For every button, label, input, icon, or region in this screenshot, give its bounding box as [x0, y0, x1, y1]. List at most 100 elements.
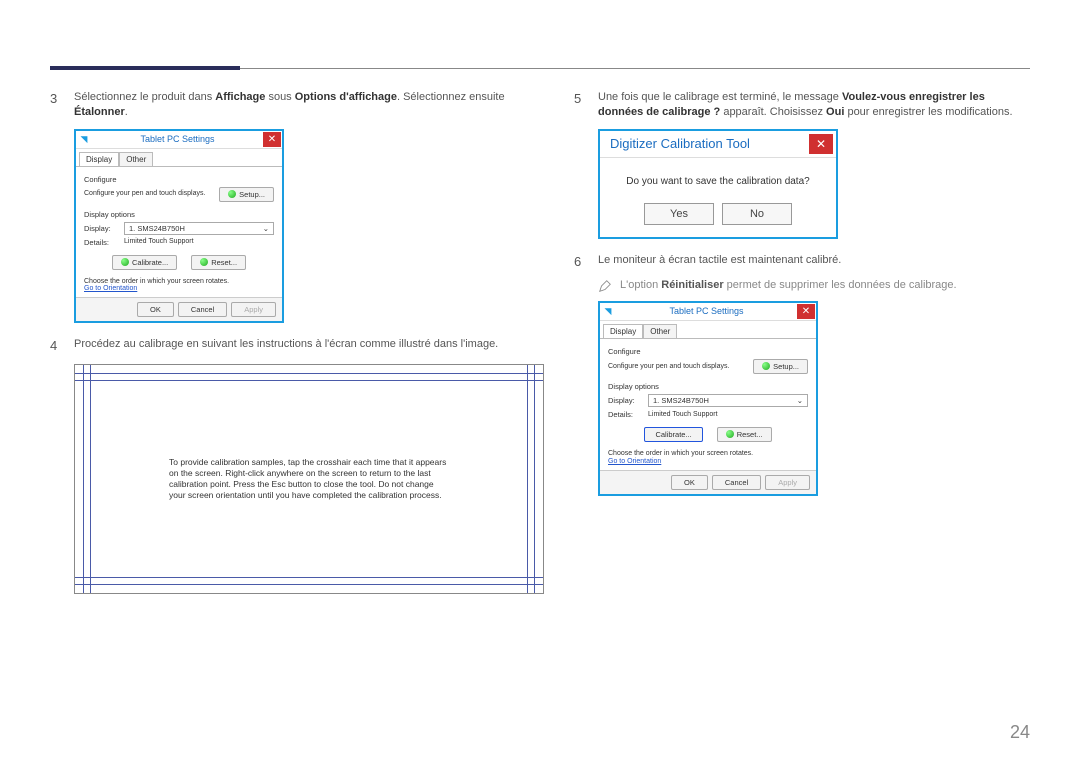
content-columns: 3 Sélectionnez le produit dans Affichage… — [50, 90, 1030, 608]
titlebar: Digitizer Calibration Tool ✕ — [600, 131, 836, 157]
step-text: Le moniteur à écran tactile est maintena… — [598, 253, 1030, 271]
tab-other[interactable]: Other — [119, 152, 153, 166]
apply-button[interactable]: Apply — [231, 302, 276, 317]
shield-icon — [762, 362, 770, 370]
setup-button[interactable]: Setup... — [219, 187, 274, 202]
grid-line — [83, 365, 84, 593]
t: Affichage — [215, 91, 265, 103]
display-label: Display: — [84, 224, 118, 233]
details-label: Details: — [84, 238, 118, 247]
reset-button[interactable]: Reset... — [717, 427, 772, 442]
close-icon[interactable]: ✕ — [809, 134, 833, 154]
grid-line — [75, 373, 543, 374]
shield-icon — [228, 190, 236, 198]
step-number: 6 — [574, 253, 588, 271]
tablet-pc-settings-dialog: ◥ Tablet PC Settings ✕ Display Other Con… — [74, 129, 284, 324]
label: Setup... — [773, 362, 799, 371]
order-text: Choose the order in which your screen ro… — [84, 278, 274, 286]
grid-line — [90, 365, 91, 593]
t: L'option — [620, 279, 661, 291]
dropdown-value: 1. SMS24B750H — [129, 224, 185, 233]
digitizer-dialog: Digitizer Calibration Tool ✕ Do you want… — [598, 129, 838, 239]
t: sous — [265, 91, 294, 103]
window-title: Tablet PC Settings — [616, 306, 797, 316]
reset-button[interactable]: Reset... — [191, 255, 246, 270]
grid-line — [75, 584, 543, 585]
label: Setup... — [239, 190, 265, 199]
orientation-link[interactable]: Go to Orientation — [84, 285, 274, 292]
cancel-button[interactable]: Cancel — [178, 302, 227, 317]
t: Oui — [826, 106, 844, 118]
no-button[interactable]: No — [722, 203, 792, 225]
display-dropdown[interactable]: 1. SMS24B750H ⌄ — [648, 394, 808, 407]
order-text: Choose the order in which your screen ro… — [608, 450, 808, 458]
configure-text: Configure your pen and touch displays. — [84, 190, 213, 198]
display-dropdown[interactable]: 1. SMS24B750H ⌄ — [124, 222, 274, 235]
t: Réinitialiser — [661, 279, 723, 291]
shield-icon — [200, 258, 208, 266]
t: pour enregistrer les modifications. — [844, 106, 1012, 118]
calibrate-button[interactable]: Calibrate... — [112, 255, 177, 270]
window-title: Digitizer Calibration Tool — [610, 136, 750, 151]
dialog-message: Do you want to save the calibration data… — [600, 157, 836, 199]
note-text: L'option Réinitialiser permet de supprim… — [620, 279, 957, 291]
step-number: 4 — [50, 337, 64, 355]
cancel-button[interactable]: Cancel — [712, 475, 761, 490]
step-4: 4 Procédez au calibrage en suivant les i… — [50, 337, 544, 355]
close-icon[interactable]: ✕ — [797, 304, 815, 319]
dialog-body: Configure Configure your pen and touch d… — [600, 339, 816, 470]
ok-button[interactable]: OK — [671, 475, 708, 490]
calibrate-button[interactable]: Calibrate... — [644, 427, 702, 442]
t: . — [125, 106, 128, 118]
close-icon[interactable]: ✕ — [263, 132, 281, 147]
calibration-screen: To provide calibration samples, tap the … — [74, 364, 544, 594]
label: Reset... — [211, 258, 237, 267]
grid-line — [75, 380, 543, 381]
display-options-label: Display options — [84, 210, 274, 219]
titlebar: ◥ Tablet PC Settings ✕ — [600, 303, 816, 321]
tab-other[interactable]: Other — [643, 324, 677, 338]
tab-display[interactable]: Display — [79, 152, 119, 166]
label: Calibrate... — [132, 258, 168, 267]
pen-icon — [598, 279, 612, 293]
configure-label: Configure — [608, 347, 808, 356]
tabs: Display Other — [600, 321, 816, 339]
yes-button[interactable]: Yes — [644, 203, 714, 225]
details-value: Limited Touch Support — [648, 411, 718, 419]
app-icon: ◥ — [600, 306, 616, 317]
setup-button[interactable]: Setup... — [753, 359, 808, 374]
configure-label: Configure — [84, 175, 274, 184]
chevron-down-icon: ⌄ — [263, 224, 269, 233]
grid-line — [534, 365, 535, 593]
note: L'option Réinitialiser permet de supprim… — [598, 279, 1030, 293]
tabs: Display Other — [76, 149, 282, 167]
step-number: 5 — [574, 90, 588, 121]
apply-button[interactable]: Apply — [765, 475, 810, 490]
dialog-body: Configure Configure your pen and touch d… — [76, 167, 282, 298]
display-options-label: Display options — [608, 382, 808, 391]
t: Sélectionnez le produit dans — [74, 91, 215, 103]
step-text: Une fois que le calibrage est terminé, l… — [598, 90, 1030, 121]
chevron-down-icon: ⌄ — [797, 396, 803, 405]
titlebar: ◥ Tablet PC Settings ✕ — [76, 131, 282, 149]
app-icon: ◥ — [76, 134, 92, 145]
ok-button[interactable]: OK — [137, 302, 174, 317]
t: . Sélectionnez ensuite — [397, 91, 505, 103]
orientation-link[interactable]: Go to Orientation — [608, 458, 808, 465]
step-number: 3 — [50, 90, 64, 121]
window-title: Tablet PC Settings — [92, 134, 263, 144]
step-text: Sélectionnez le produit dans Affichage s… — [74, 90, 544, 121]
label: Calibrate... — [655, 430, 691, 439]
dialog-footer: OK Cancel Apply — [76, 297, 282, 321]
tab-display[interactable]: Display — [603, 324, 643, 338]
step-6: 6 Le moniteur à écran tactile est mainte… — [574, 253, 1030, 271]
step-3: 3 Sélectionnez le produit dans Affichage… — [50, 90, 544, 121]
calibration-instructions: To provide calibration samples, tap the … — [169, 457, 449, 501]
t: permet de supprimer les données de calib… — [724, 279, 957, 291]
dropdown-value: 1. SMS24B750H — [653, 396, 709, 405]
step-text: Procédez au calibrage en suivant les ins… — [74, 337, 544, 355]
t: Étalonner — [74, 106, 125, 118]
shield-icon — [121, 258, 129, 266]
grid-line — [75, 577, 543, 578]
t: Options d'affichage — [295, 91, 397, 103]
